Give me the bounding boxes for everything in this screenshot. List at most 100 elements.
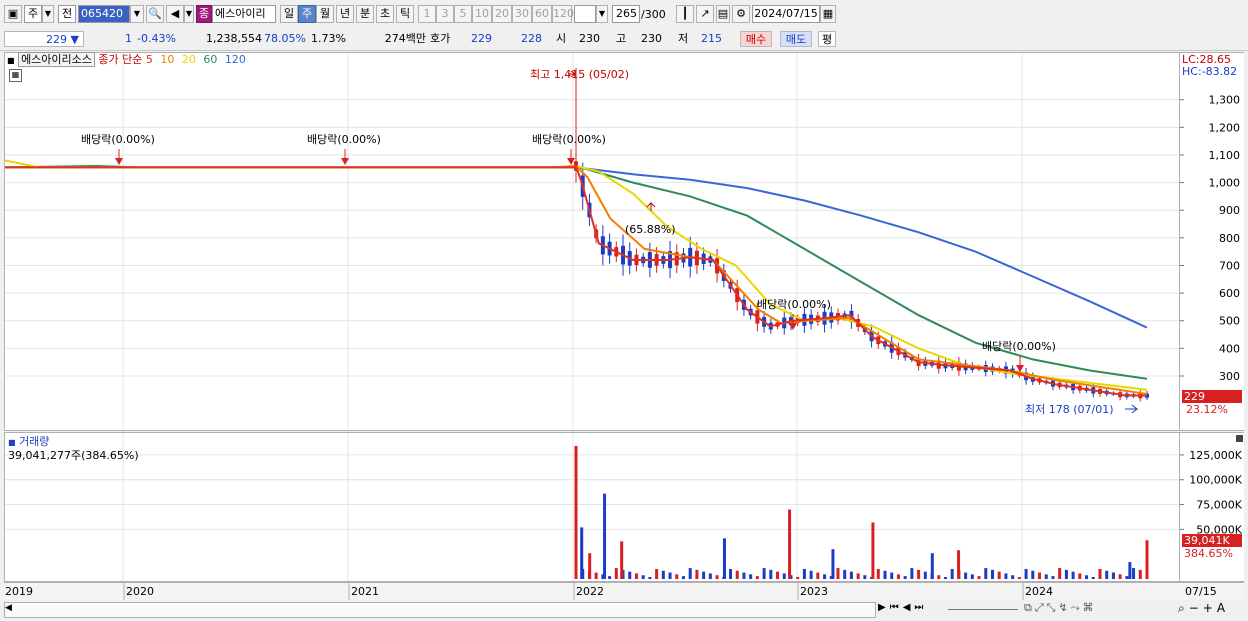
nav-buttons[interactable]: ▶⏮◀⏭	[878, 602, 927, 613]
chevron-down-icon[interactable]: ▼	[596, 5, 608, 23]
buy-button[interactable]: 매수	[740, 31, 772, 47]
tab-tick[interactable]: 틱	[396, 5, 414, 23]
draw-tool-icon[interactable]: ⧉	[1024, 601, 1035, 614]
volume-bar	[580, 527, 584, 579]
scroll-bar: ◀ ▶⏮◀⏭ ⧉⤢⤡↯⤳⌘ ⌕−+A	[0, 600, 1248, 621]
panel-close-icon[interactable]	[1236, 435, 1243, 442]
step-10[interactable]: 10	[472, 5, 492, 23]
step-5[interactable]: 5	[454, 5, 472, 23]
volume-bar-small	[729, 568, 733, 579]
horizontal-scrollbar[interactable]	[4, 602, 876, 618]
zoom-out-icon[interactable]: −	[1189, 601, 1203, 615]
volume-tick-label: 125,000K	[1189, 449, 1242, 462]
volume-axis: 50,000K 75,000K 100,000K 125,000K 39,041K 3…	[1180, 432, 1244, 582]
price-tick-label: 900	[1219, 204, 1240, 217]
prev-button[interactable]: 전	[58, 5, 76, 23]
play-icon[interactable]: ▶	[878, 602, 890, 613]
volume-bar-small	[1051, 576, 1055, 579]
tab-month[interactable]: 월	[316, 5, 334, 23]
ma-line-10	[5, 164, 1148, 395]
volume-bar-small	[984, 568, 988, 579]
scroll-left-icon[interactable]: ◀	[5, 603, 12, 613]
step-input[interactable]	[574, 5, 596, 23]
grid-toggle-icon[interactable]: ▦	[9, 69, 22, 82]
draw-tool-icon[interactable]: ⤡	[1047, 601, 1059, 614]
tab-week[interactable]: 주	[298, 5, 316, 23]
volume-bar-small	[708, 573, 712, 579]
drawing-tools[interactable]: ⧉⤢⤡↯⤳⌘	[1024, 601, 1097, 615]
legend-ma60: 60	[203, 53, 218, 66]
volume-panel[interactable]: ■ 거래량 39,041,277주(384.65%)	[4, 432, 1180, 582]
volume-bar-small	[608, 576, 612, 579]
speaker-icon[interactable]: ◀	[166, 5, 184, 23]
price-panel[interactable]: 최고 1,415 (05/02) 최저 178 (07/01) (65.88%) 배당…	[4, 52, 1180, 431]
text-size-icon[interactable]: A	[1217, 601, 1229, 615]
pyeong-button[interactable]: 평	[818, 31, 836, 47]
search-icon[interactable]: ⌕	[1178, 601, 1189, 615]
volume-bar-small	[1125, 576, 1129, 579]
first-icon[interactable]: ⏮	[890, 602, 903, 613]
volume-tick-label: 100,000K	[1189, 474, 1242, 487]
step-20[interactable]: 20	[492, 5, 512, 23]
layout-icon[interactable]: ▣	[4, 5, 22, 23]
dividend-marker	[115, 158, 123, 165]
chart-type-icon[interactable]: ↗	[696, 5, 714, 23]
volume-bar-small	[1071, 571, 1075, 579]
tab-year[interactable]: 년	[336, 5, 354, 23]
draw-tool-icon[interactable]: ⤢	[1035, 601, 1047, 614]
hoga-label: 호가	[430, 32, 451, 45]
draw-tool-icon[interactable]: ↯	[1058, 601, 1070, 614]
gear-icon[interactable]: ⚙	[732, 5, 750, 23]
zoom-tools[interactable]: ⌕−+A	[1178, 601, 1229, 616]
legend-stock-name[interactable]: 에스아이리소스	[18, 52, 95, 67]
sell-button[interactable]: 매도	[780, 31, 812, 47]
date-input[interactable]: 2024/07/15	[752, 5, 820, 23]
zoom-in-icon[interactable]: +	[1203, 601, 1217, 615]
step-1[interactable]: 1	[418, 5, 436, 23]
volume-bar-small	[668, 572, 672, 579]
step-3[interactable]: 3	[436, 5, 454, 23]
code-input[interactable]: 065420	[78, 5, 130, 23]
volume-bar-small	[796, 577, 800, 579]
tab-day[interactable]: 일	[280, 5, 298, 23]
candle-icon[interactable]: ┃	[676, 5, 694, 23]
draw-tool-icon[interactable]: ⌘	[1083, 601, 1097, 614]
volume-bar-small	[1118, 574, 1122, 579]
stock-name-field[interactable]: 에스아이리	[212, 5, 276, 23]
chevron-down-icon[interactable]: ▼	[130, 5, 144, 23]
volume-bar-small	[702, 571, 706, 579]
volume-bar-small	[1111, 572, 1115, 579]
drop-annotation: (65.88%)	[625, 223, 676, 236]
legend-square-icon: ■	[7, 56, 15, 65]
save-icon[interactable]: ▤	[716, 5, 730, 23]
stock-badge: 종	[196, 5, 212, 23]
volume-bar-small	[970, 574, 974, 579]
chevron-down-icon[interactable]: ▼	[184, 5, 194, 23]
zoom-slider[interactable]	[948, 609, 1018, 610]
tab-minute[interactable]: 분	[356, 5, 374, 23]
tab-second[interactable]: 초	[376, 5, 394, 23]
next-icon[interactable]: ⏭	[914, 602, 927, 613]
price-axis-svg: 300 400 500 600 700 800 900 1,000 1,100 1,200 1,30…	[1180, 94, 1240, 383]
chevron-down-icon[interactable]: ▼	[42, 5, 54, 23]
volume-badge-pct: 384.65%	[1184, 547, 1233, 560]
calendar-icon[interactable]: ▦	[820, 5, 836, 23]
step-30[interactable]: 30	[512, 5, 532, 23]
volume-bar-small	[896, 574, 900, 579]
legend-ma10: 10	[160, 53, 175, 66]
count-input[interactable]: 265	[612, 5, 640, 23]
period-combo[interactable]: 주	[24, 5, 42, 23]
search-icon[interactable]: 🔍	[146, 5, 164, 23]
draw-tool-icon[interactable]: ⤳	[1071, 601, 1083, 614]
step-60[interactable]: 60	[532, 5, 552, 23]
volume-bar-small	[876, 568, 880, 579]
volume-bar-small	[782, 573, 786, 579]
dividend-label: 배당락(0.00%)	[757, 298, 831, 311]
prev-icon[interactable]: ◀	[903, 602, 915, 613]
volume-bar-small	[762, 568, 766, 579]
volume-bar-small	[1064, 569, 1068, 579]
volume-bar-small	[641, 575, 645, 579]
volume-bar	[603, 493, 607, 579]
quote-turnover: 1.73%	[311, 32, 346, 45]
step-120[interactable]: 120	[552, 5, 574, 23]
